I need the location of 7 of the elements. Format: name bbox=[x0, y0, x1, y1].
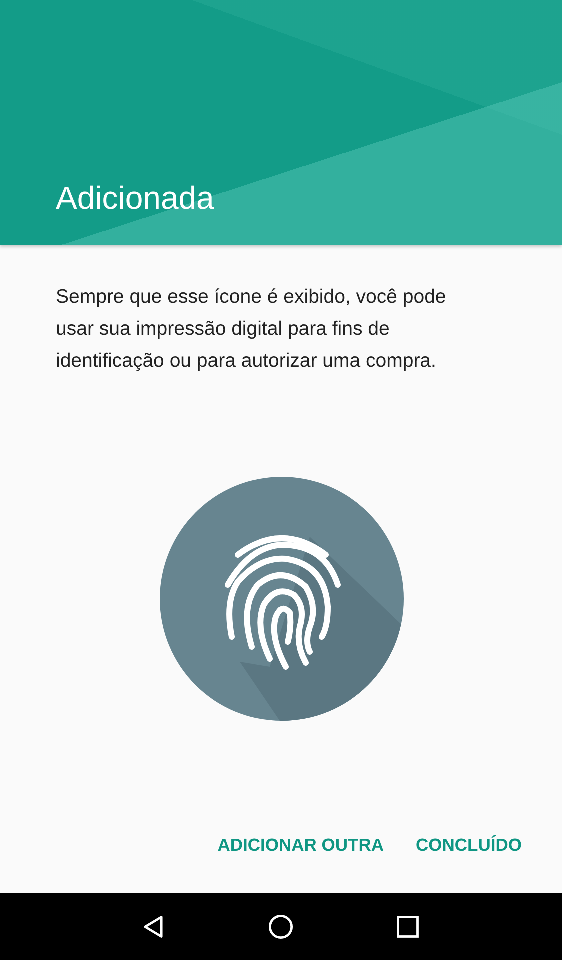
screen-title: Adicionada bbox=[56, 180, 214, 217]
recents-icon[interactable] bbox=[395, 914, 422, 940]
fingerprint-icon bbox=[160, 477, 404, 721]
description-text: Sempre que esse ícone é exibido, você pode usar sua impressão digital para fins de identificação ou para autorizar uma compra. bbox=[56, 285, 448, 374]
text-button[interactable]: ADICIONAR OUTRA bbox=[218, 831, 384, 860]
text-button[interactable]: CONCLUÍDO bbox=[416, 831, 522, 860]
home-icon[interactable] bbox=[268, 914, 294, 940]
